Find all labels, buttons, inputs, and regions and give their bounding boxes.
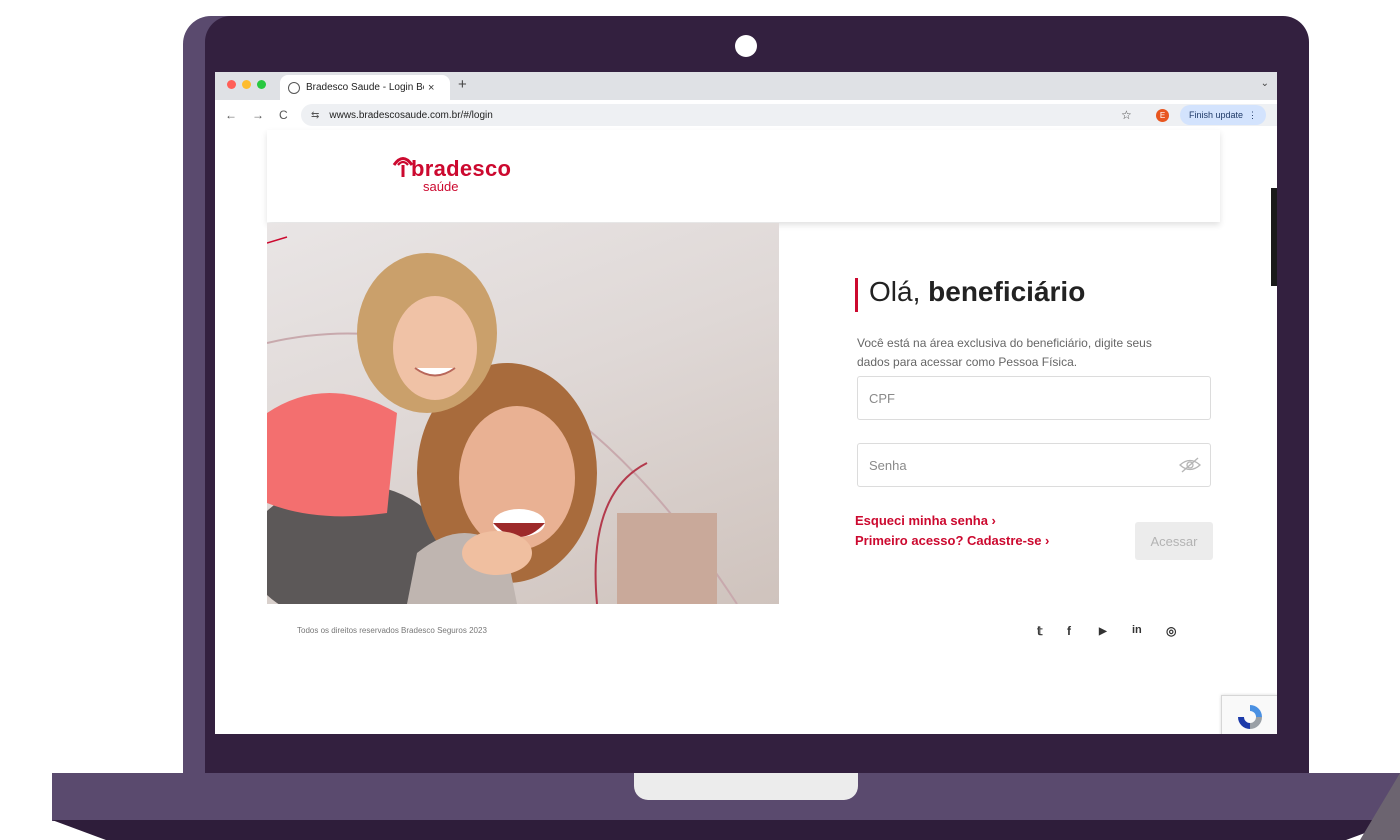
logo-subtitle: saúde <box>423 179 459 194</box>
new-tab-button[interactable]: + <box>458 76 467 93</box>
password-field[interactable]: Senha <box>857 443 1211 487</box>
twitter-icon[interactable]: 𝕥 <box>1037 624 1043 638</box>
window-maximize-button[interactable] <box>257 80 266 89</box>
password-placeholder: Senha <box>869 457 907 473</box>
reload-button[interactable]: C <box>279 108 288 122</box>
cpf-field[interactable]: CPF <box>857 376 1211 420</box>
recaptcha-badge[interactable] <box>1221 695 1277 734</box>
acessar-label: Acessar <box>1150 533 1198 549</box>
laptop-notch <box>634 773 858 800</box>
eye-hidden-icon[interactable] <box>1178 456 1202 474</box>
site-header: bradesco saúde <box>267 130 1220 222</box>
bookmark-star-icon[interactable]: ☆ <box>1121 108 1132 122</box>
site-settings-icon[interactable]: ⇆ <box>311 110 319 121</box>
mother-daughter-illustration <box>267 236 738 604</box>
window-minimize-button[interactable] <box>242 80 251 89</box>
youtube-icon[interactable]: ▶ <box>1099 626 1107 637</box>
greeting-bold: beneficiário <box>928 276 1086 307</box>
finish-update-button[interactable]: Finish update ⋮ <box>1180 105 1266 125</box>
scrollbar-thumb[interactable] <box>1271 188 1277 286</box>
tab-bradesco-login[interactable]: Bradesco Saude - Login Ben × <box>280 75 450 100</box>
page-title: Olá, beneficiário <box>869 276 1085 308</box>
address-bar-row: ← → C ⇆ wwws.bradescosaude.com.br/#/logi… <box>215 100 1277 131</box>
more-menu-icon[interactable]: ⋮ <box>1248 110 1257 121</box>
greeting-accent-bar <box>855 278 858 312</box>
profile-avatar[interactable]: E <box>1156 109 1169 122</box>
globe-icon <box>288 81 300 94</box>
window-close-button[interactable] <box>227 80 236 89</box>
tab-search-icon[interactable]: ⌄ <box>1261 78 1269 89</box>
recaptcha-icon <box>1238 705 1262 729</box>
laptop-camera <box>735 35 757 57</box>
tab-close-icon[interactable]: × <box>428 82 434 94</box>
cpf-placeholder: CPF <box>869 390 895 406</box>
tab-title: Bradesco Saude - Login Ben <box>306 82 424 93</box>
footer-copyright: Todos os direitos reservados Bradesco Se… <box>297 626 487 635</box>
finish-update-label: Finish update <box>1188 110 1244 120</box>
laptop-base-bottom <box>52 820 1400 840</box>
forgot-password-link[interactable]: Esqueci minha senha › <box>855 513 996 528</box>
first-access-signup-link[interactable]: Primeiro acesso? Cadastre-se › <box>855 533 1049 548</box>
acessar-button[interactable]: Acessar <box>1135 522 1213 560</box>
forward-button[interactable]: → <box>252 108 264 122</box>
back-button[interactable]: ← <box>225 108 237 122</box>
greeting-prefix: Olá, <box>869 276 929 307</box>
login-description: Você está na área exclusiva do beneficiá… <box>857 336 1152 369</box>
facebook-icon[interactable]: f <box>1067 624 1071 638</box>
tab-strip: Bradesco Saude - Login Ben × + ⌄ <box>215 72 1277 100</box>
instagram-icon[interactable]: ◎ <box>1166 624 1176 638</box>
browser-window: Bradesco Saude - Login Ben × + ⌄ ← → C ⇆… <box>215 72 1277 734</box>
page-content: bradesco saúde Olá, beneficiário Você es… <box>215 130 1277 734</box>
url-text[interactable]: wwws.bradescosaude.com.br/#/login <box>329 110 492 121</box>
hero-photo <box>267 223 779 604</box>
linkedin-icon[interactable]: in <box>1132 624 1142 636</box>
